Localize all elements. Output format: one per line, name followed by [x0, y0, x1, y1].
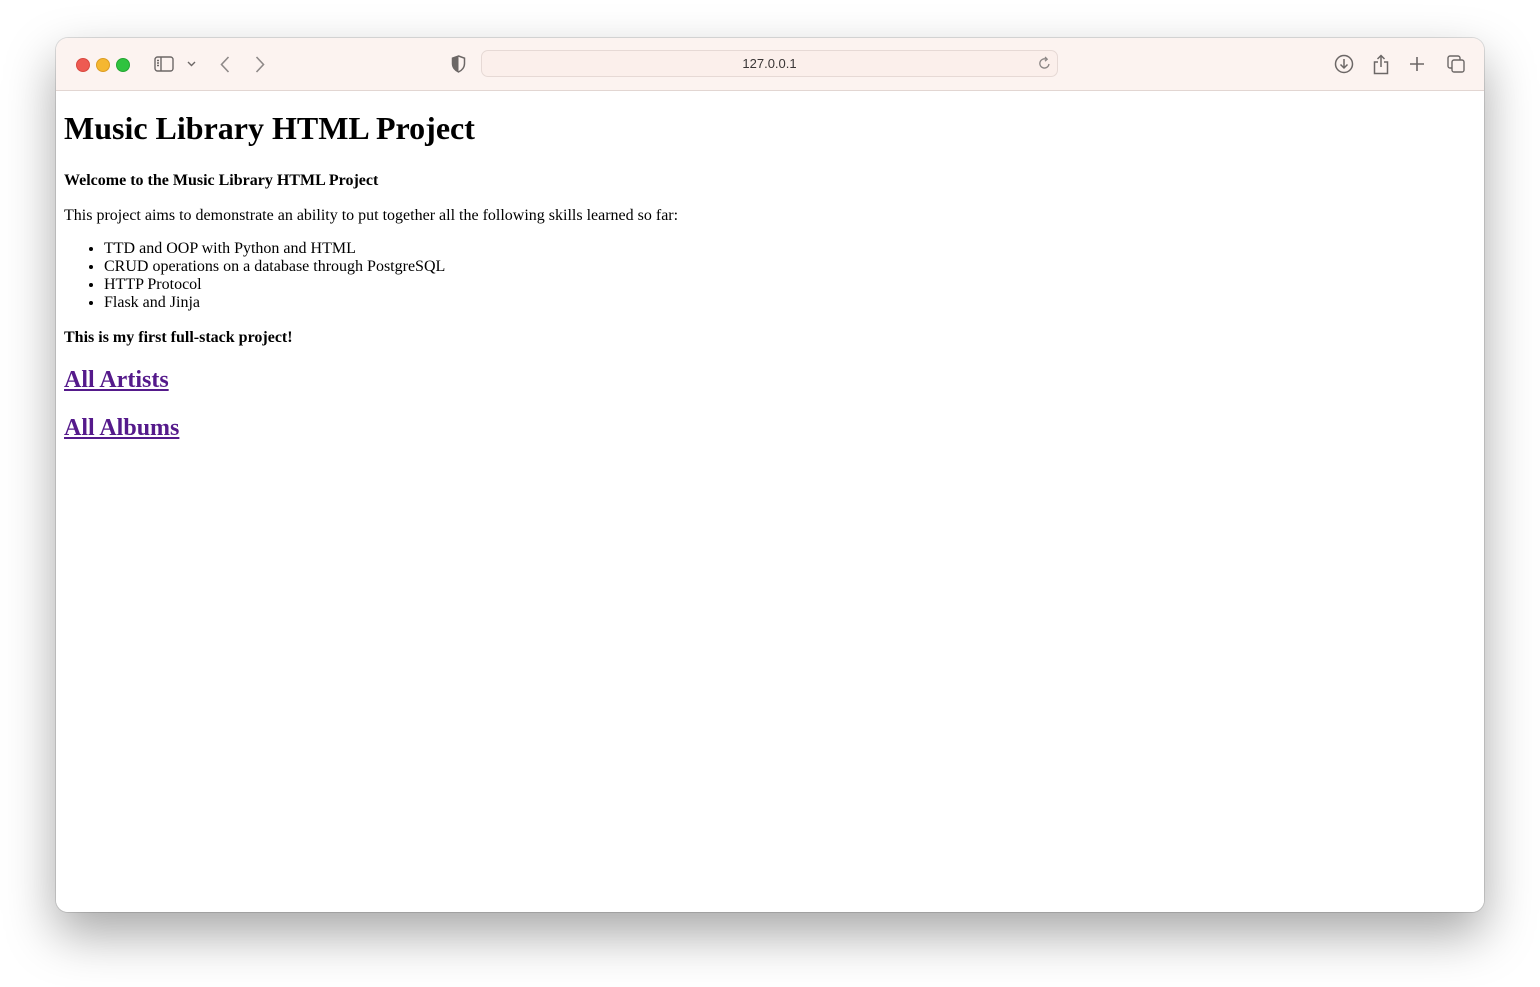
intro-text: This project aims to demonstrate an abil… [64, 207, 679, 224]
all-artists-link[interactable]: All Artists [64, 367, 169, 393]
all-albums-link[interactable]: All Albums [64, 415, 179, 441]
welcome-text: Welcome to the Music Library HTML Projec… [64, 172, 379, 189]
chevron-down-icon[interactable] [185, 52, 197, 76]
closing-text: This is my first full-stack project! [64, 329, 293, 346]
plus-icon[interactable] [1407, 52, 1427, 76]
all-artists-heading: All Artists [64, 366, 1476, 394]
maximize-window-button[interactable] [116, 58, 130, 72]
list-item: Flask and Jinja [104, 294, 1476, 312]
page-title: Music Library HTML Project [64, 110, 475, 146]
list-item: HTTP Protocol [104, 276, 1476, 294]
url-text: 127.0.0.1 [742, 56, 797, 71]
share-icon[interactable] [1370, 52, 1392, 76]
shield-icon[interactable] [449, 52, 467, 76]
all-albums-heading: All Albums [64, 414, 1476, 442]
forward-chevron-right-icon[interactable] [251, 52, 269, 76]
sidebar-icon[interactable] [152, 52, 176, 76]
download-icon[interactable] [1332, 52, 1356, 76]
tab-overview-icon[interactable] [1445, 52, 1467, 76]
reload-icon[interactable] [1038, 56, 1051, 75]
close-window-button[interactable] [76, 58, 90, 72]
browser-toolbar: 127.0.0.1 [56, 38, 1484, 91]
skills-list: TTD and OOP with Python and HTML CRUD op… [64, 240, 1476, 312]
list-item: CRUD operations on a database through Po… [104, 258, 1476, 276]
back-chevron-left-icon[interactable] [216, 52, 234, 76]
address-bar[interactable]: 127.0.0.1 [481, 50, 1058, 77]
page-body: Music Library HTML Project Welcome to th… [56, 110, 1484, 442]
page-content: Music Library HTML Project Welcome to th… [56, 91, 1484, 912]
minimize-window-button[interactable] [96, 58, 110, 72]
list-item: TTD and OOP with Python and HTML [104, 240, 1476, 258]
browser-window: 127.0.0.1 Music Library HTML Project Wel… [56, 38, 1484, 912]
